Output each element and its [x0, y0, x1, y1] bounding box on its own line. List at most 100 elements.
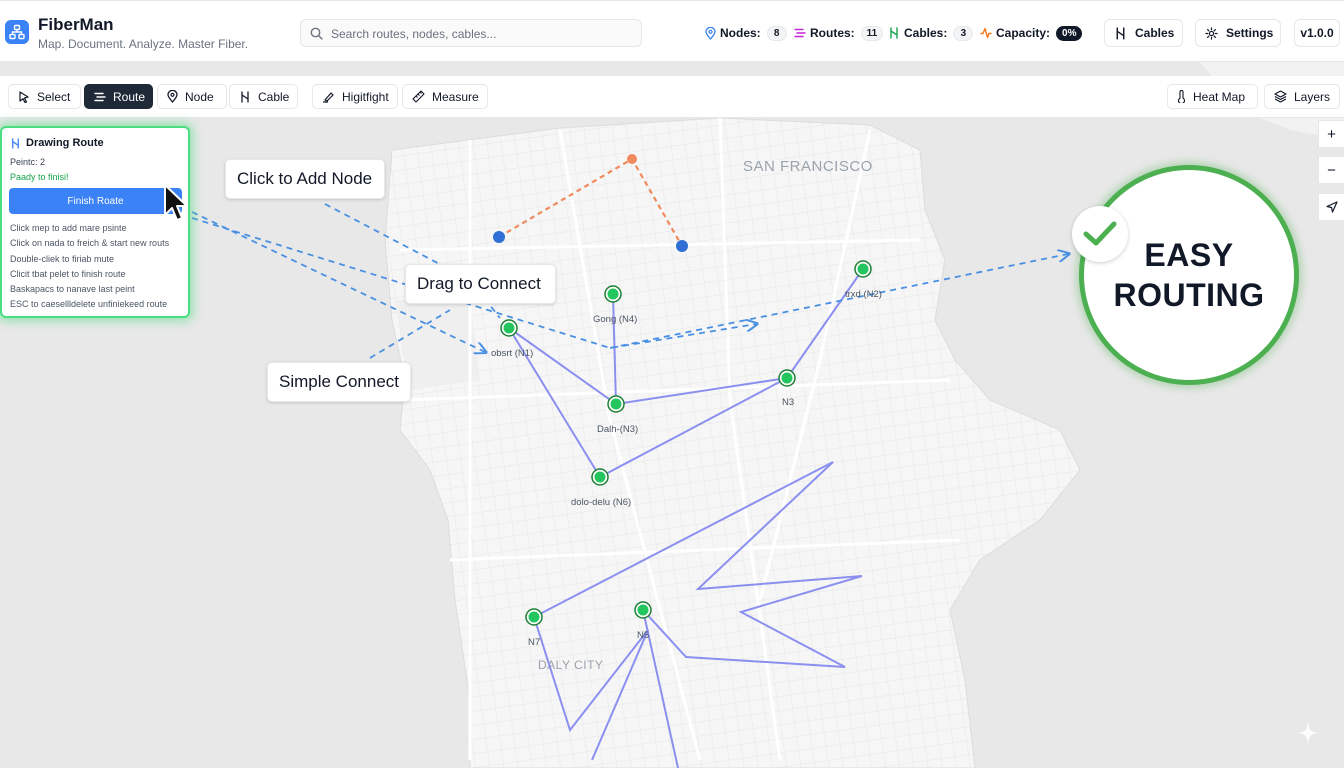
stat-capacity: Capacity: 0% [980, 24, 1083, 42]
tool-bar: Select Route Node Cable Higitfight Measu… [0, 76, 1344, 118]
stat-routes-count: 11 [860, 25, 884, 41]
stat-routes-label: Routes: [810, 26, 855, 40]
node-label: Gong (N4) [593, 314, 637, 325]
cable-tool-label: Cable [258, 89, 290, 104]
node-label: N3 [782, 397, 794, 408]
heatmap-label: Heat Map [1193, 89, 1246, 104]
cable-tool-button[interactable]: Cable [229, 84, 298, 109]
node-label: N5 [637, 630, 649, 641]
ruler-icon [412, 90, 425, 103]
settings-button-label: Settings [1226, 26, 1274, 40]
zoom-in-button[interactable]: + [1318, 120, 1344, 148]
node-gong[interactable] [604, 285, 622, 303]
finish-route-button[interactable]: Finish Roate [9, 188, 182, 214]
layers-icon [1274, 90, 1287, 103]
badge-line-1: EASY [1144, 237, 1234, 273]
highlight-tool-button[interactable]: Higitfight [312, 84, 398, 109]
cable-icon [888, 27, 900, 39]
layers-button[interactable]: Layers [1264, 84, 1340, 109]
select-tool-label: Select [37, 89, 71, 104]
draft-point[interactable] [493, 231, 505, 243]
instruction-item: Clicit tbat pelet to finish route [10, 268, 126, 279]
map-pin-icon [705, 26, 716, 40]
badge-line-2: ROUTING [1113, 277, 1265, 313]
panel-points: Peintc: 2 [10, 157, 46, 167]
checkmark-icon [1072, 206, 1128, 262]
node-n3[interactable] [778, 369, 796, 387]
search-box[interactable] [300, 19, 642, 47]
cable-icon [1114, 26, 1127, 40]
node-tool-button[interactable]: Node [157, 84, 227, 109]
callout-drag-connect: Drag to Connect [405, 264, 556, 304]
node-n7[interactable] [525, 608, 543, 626]
stat-nodes: Nodes: 8 [705, 24, 787, 42]
cables-button-label: Cables [1135, 26, 1175, 40]
route-icon [794, 27, 806, 39]
instruction-item: ESC to caesellldelete unfiniekeed route [10, 299, 168, 310]
measure-tool-label: Measure [432, 89, 479, 104]
panel-title: Drawing Route [10, 137, 104, 149]
map-pin-icon [167, 90, 178, 103]
instruction-item: Baskapacs to nanave last peint [10, 284, 135, 295]
network-icon [9, 24, 25, 40]
cables-button[interactable]: Cables [1104, 19, 1183, 47]
locate-button[interactable] [1318, 193, 1344, 221]
instructions-list: Click mep to add mare psinte Click on na… [10, 221, 190, 313]
zoom-out-button[interactable]: − [1318, 156, 1344, 184]
node-label: Dalh-(N3) [597, 424, 638, 435]
thermometer-icon [1177, 90, 1186, 103]
panel-status: Paady to finisi! [10, 172, 69, 182]
node-n5[interactable] [634, 601, 652, 619]
stat-nodes-label: Nodes: [720, 26, 761, 40]
sparkle-icon [1297, 721, 1319, 745]
stat-capacity-value: 0% [1056, 25, 1083, 41]
callout-add-node: Click to Add Node [225, 159, 385, 199]
app-name: FiberMan [38, 15, 114, 34]
node-dolo[interactable] [591, 468, 609, 486]
version-badge: v1.0.0 [1294, 19, 1340, 47]
select-tool-button[interactable]: Select [8, 84, 81, 109]
stat-cables-label: Cables: [904, 26, 948, 40]
node-label: dolo-delu (N6) [571, 497, 631, 508]
layers-label: Layers [1294, 89, 1331, 104]
search-input[interactable] [331, 24, 631, 44]
map-canvas[interactable]: SAN FRANCISCO DALY CITY obsrt (N1) Gong … [0, 62, 1344, 768]
navigation-arrow-icon [1325, 201, 1338, 213]
stat-cables: Cables: 3 [888, 24, 974, 42]
mouse-cursor-icon [164, 184, 188, 221]
highlight-tool-label: Higitfight [342, 89, 389, 104]
settings-button[interactable]: Settings [1195, 19, 1281, 47]
node-label: trxd (N2) [845, 289, 882, 300]
highlighter-icon [322, 91, 335, 103]
node-label: N7 [528, 637, 540, 648]
route-icon [10, 137, 21, 149]
draft-point[interactable] [676, 240, 688, 252]
heatmap-button[interactable]: Heat Map [1167, 84, 1258, 109]
callout-simple-connect: Simple Connect [267, 362, 411, 402]
instruction-item: Double-cliek to firiab mute [10, 253, 115, 264]
route-icon [94, 91, 106, 103]
route-tool-button[interactable]: Route [84, 84, 153, 109]
cable-icon [239, 90, 251, 103]
activity-icon [980, 27, 992, 39]
node-label: obsrt (N1) [491, 348, 533, 359]
node-n2[interactable] [854, 260, 872, 278]
app-header: FiberMan Map. Document. Analyze. Master … [0, 0, 1344, 62]
node-tool-label: Node [185, 89, 214, 104]
app-logo[interactable] [5, 20, 29, 44]
app-tagline: Map. Document. Analyze. Master Fiber. [38, 37, 249, 51]
node-dalh[interactable] [607, 395, 625, 413]
stat-cables-count: 3 [953, 25, 974, 41]
pointer-icon [18, 90, 30, 103]
gear-icon [1205, 26, 1218, 40]
stat-nodes-count: 8 [766, 25, 787, 41]
panel-title-text: Drawing Route [26, 137, 104, 149]
node-n1[interactable] [500, 319, 518, 337]
draft-point[interactable] [627, 154, 637, 164]
stat-capacity-label: Capacity: [996, 26, 1051, 40]
stat-routes: Routes: 11 [794, 24, 884, 42]
easy-routing-badge: EASY ROUTING [1079, 165, 1299, 385]
city-label-sf: SAN FRANCISCO [743, 158, 873, 175]
measure-tool-button[interactable]: Measure [402, 84, 488, 109]
instruction-item: Click on nada to freich & start new rout… [10, 238, 170, 249]
